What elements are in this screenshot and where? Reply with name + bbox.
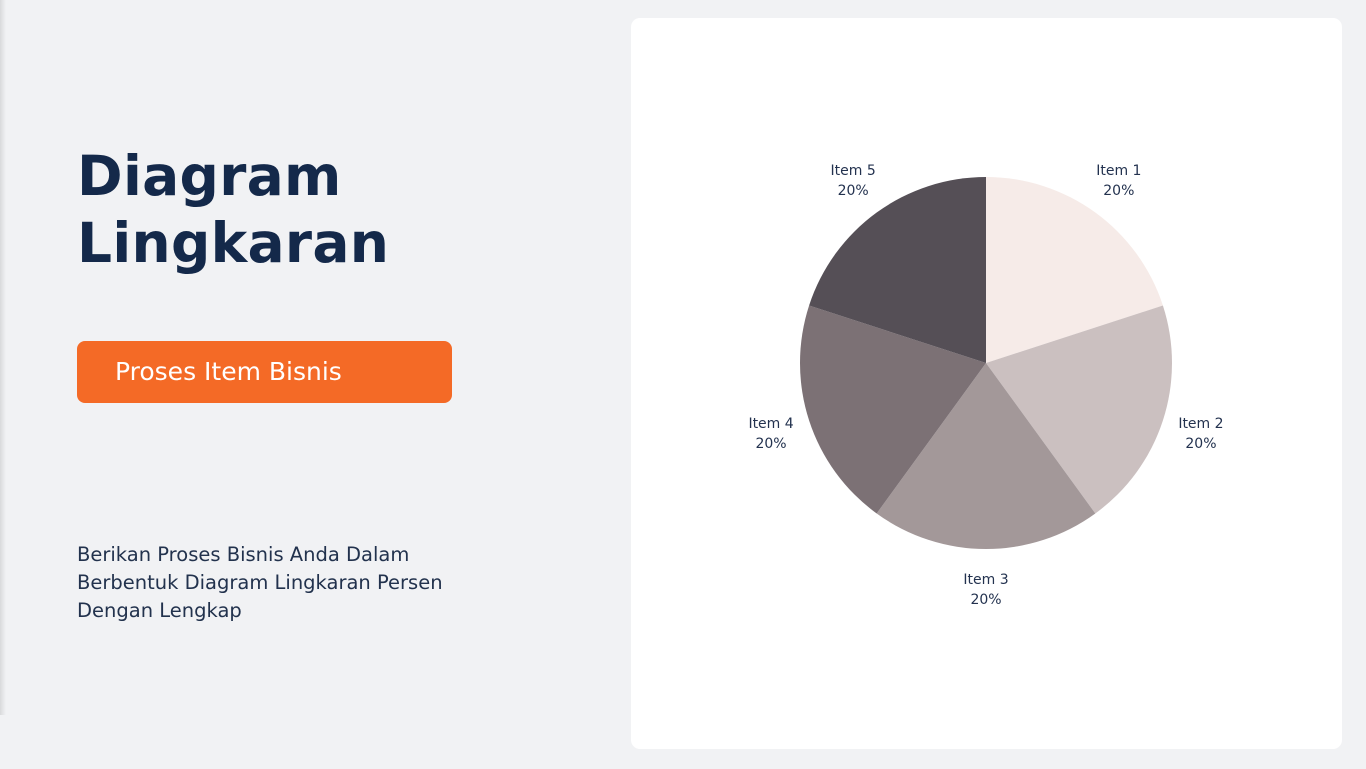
pie-label-value-5: 20% bbox=[838, 183, 869, 199]
pie-label-value-3: 20% bbox=[970, 592, 1001, 608]
pie-label-name-5: Item 5 bbox=[831, 163, 876, 179]
left-edge-shadow bbox=[0, 0, 6, 715]
page-title-line-1: Diagram bbox=[77, 144, 342, 208]
pie-label-value-1: 20% bbox=[1103, 183, 1134, 199]
pie-chart: Item 1 20% Item 2 20% Item 3 20% Item 4 20% Item… bbox=[748, 163, 1223, 608]
process-items-button[interactable]: Proses Item Bisnis bbox=[77, 341, 452, 403]
description-text: Berikan Proses Bisnis Anda Dalam Berbent… bbox=[77, 541, 477, 625]
pie-label-name-3: Item 3 bbox=[963, 572, 1008, 588]
description-line-2: Berbentuk Diagram Lingkaran Persen bbox=[77, 571, 443, 594]
pie-label-value-2: 20% bbox=[1185, 436, 1216, 452]
chart-card: Item 1 20% Item 2 20% Item 3 20% Item 4 20% Item… bbox=[631, 18, 1342, 749]
pie-slices bbox=[800, 177, 1172, 549]
page-title: Diagram Lingkaran bbox=[77, 143, 389, 277]
pie-label-name-1: Item 1 bbox=[1096, 163, 1141, 179]
page-title-line-2: Lingkaran bbox=[77, 211, 390, 275]
pie-label-name-4: Item 4 bbox=[748, 416, 793, 432]
description-line-3: Dengan Lengkap bbox=[77, 599, 242, 622]
pie-label-value-4: 20% bbox=[755, 436, 786, 452]
pie-label-name-2: Item 2 bbox=[1178, 416, 1223, 432]
description-line-1: Berikan Proses Bisnis Anda Dalam bbox=[77, 543, 410, 566]
